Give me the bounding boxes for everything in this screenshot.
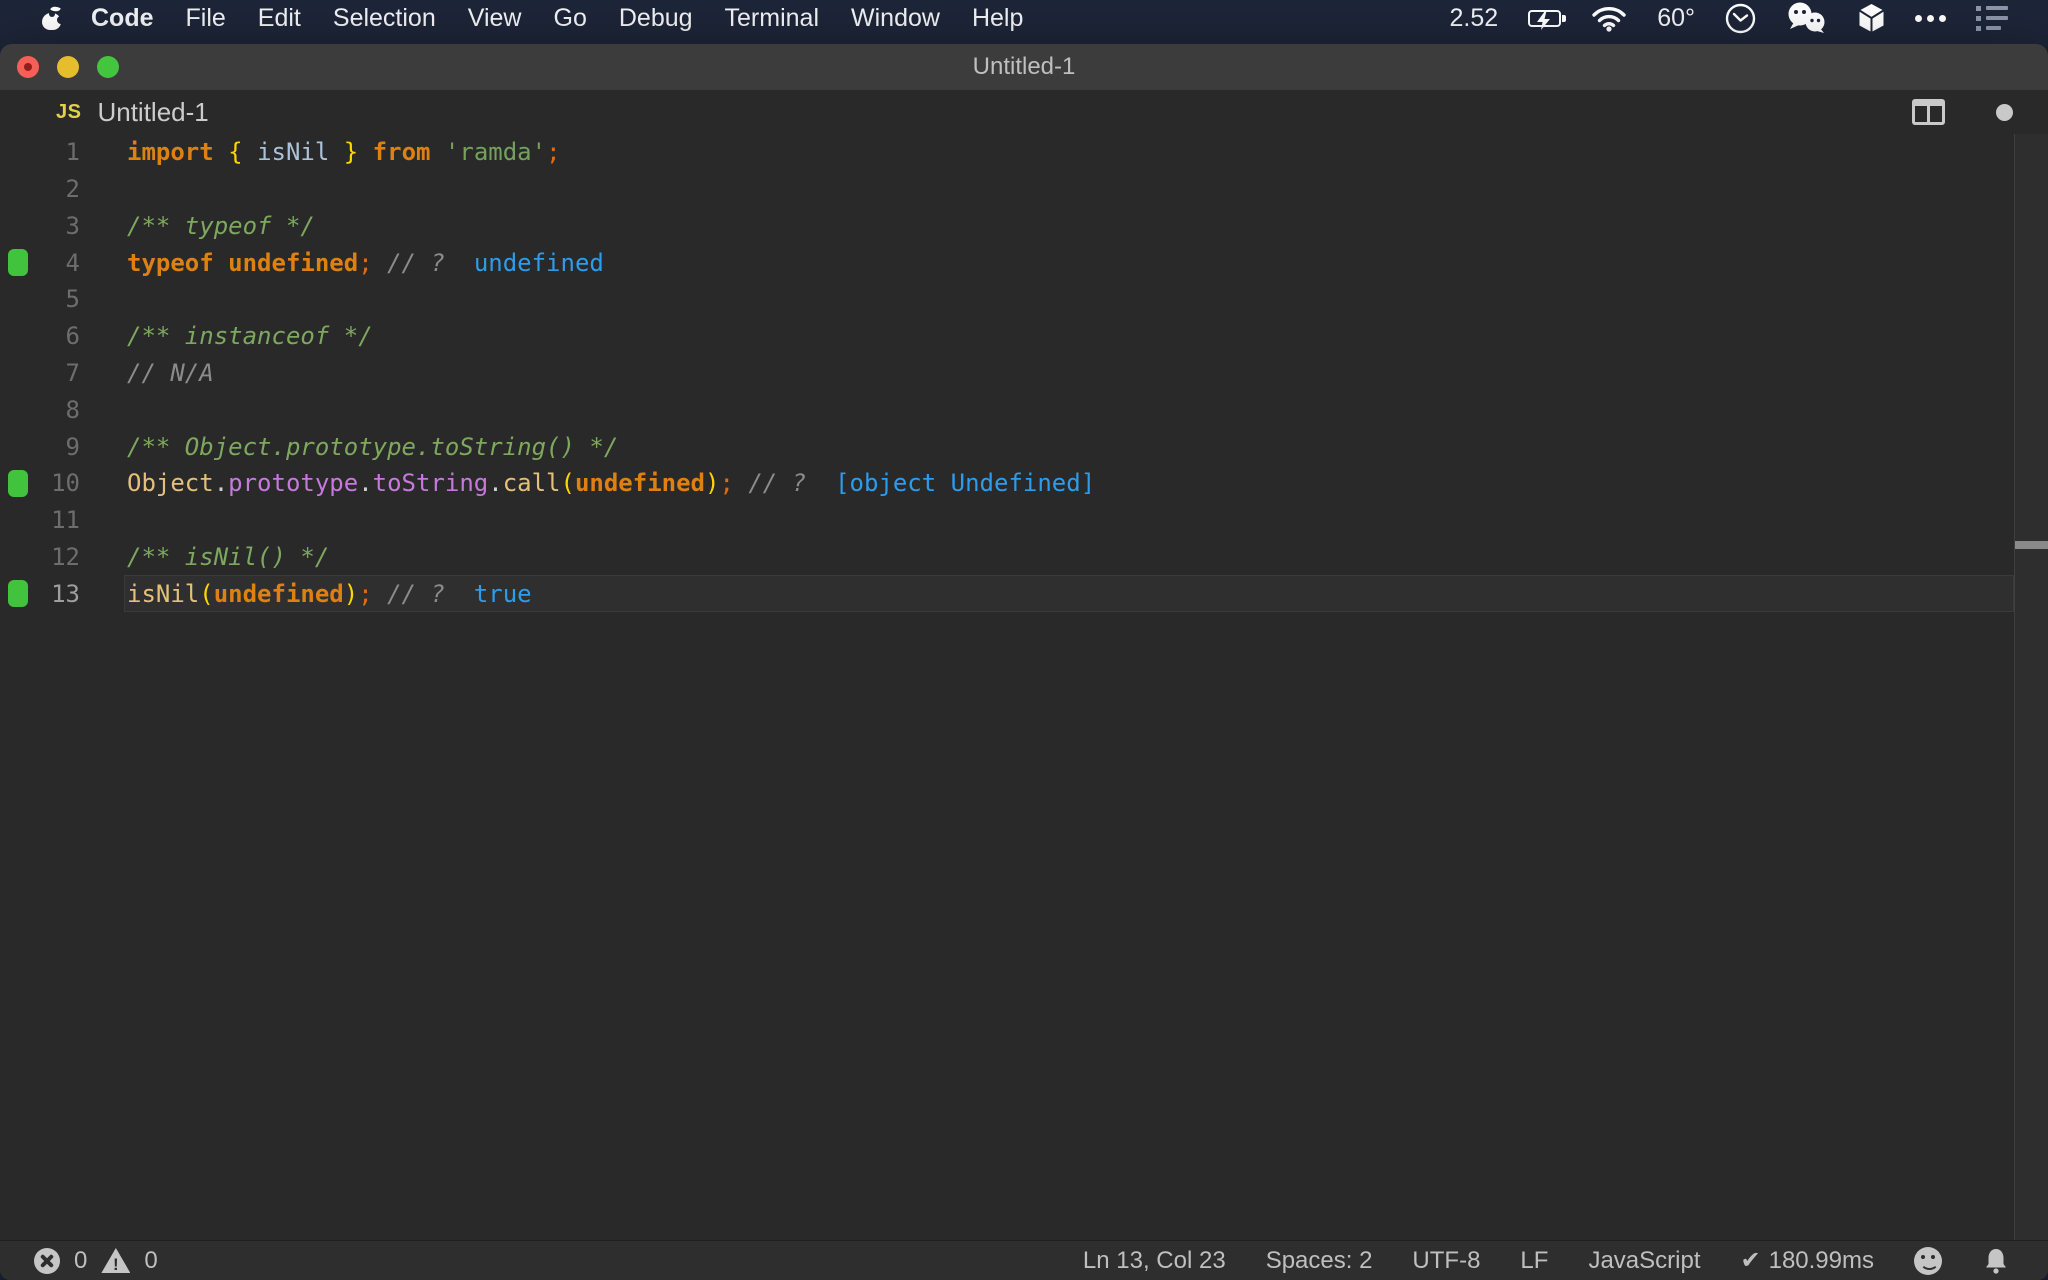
check-icon: ✔ bbox=[1740, 1247, 1761, 1274]
code-line-8[interactable]: 8 bbox=[0, 391, 2048, 428]
menu-items: File Edit Selection View Go Debug Terminal Wind… bbox=[170, 4, 1040, 33]
status-bar: 0 0 Ln 13, Col 23 Spaces: 2 UTF-8 LF JavaScr… bbox=[0, 1240, 2048, 1280]
window-title-bar[interactable]: Untitled-1 bbox=[0, 44, 2048, 90]
line-number: 11 bbox=[51, 506, 80, 535]
line-number: 9 bbox=[65, 432, 80, 461]
menu-bar-left: Code File Edit Selection View Go Debug Termina… bbox=[0, 4, 1039, 33]
code-line-5[interactable]: 5 bbox=[0, 281, 2048, 318]
status-items: Ln 13, Col 23 Spaces: 2 UTF-8 LF JavaScript bbox=[1083, 1247, 1701, 1275]
scrollbar[interactable] bbox=[2014, 134, 2048, 1240]
code-text: /** Object.prototype.toString() */ bbox=[127, 432, 619, 461]
wechat-icon[interactable] bbox=[1786, 2, 1828, 34]
wifi-icon[interactable] bbox=[1591, 5, 1627, 32]
code-line-13[interactable]: 13 isNil(undefined); // ? true bbox=[0, 575, 2048, 612]
temperature-value[interactable]: 60° bbox=[1657, 4, 1695, 33]
line-number: 13 bbox=[51, 579, 80, 608]
code-line-9[interactable]: 9 /** Object.prototype.toString() */ bbox=[0, 428, 2048, 465]
javascript-file-icon: JS bbox=[56, 100, 82, 123]
file-name[interactable]: Untitled-1 bbox=[97, 97, 208, 128]
line-number: 8 bbox=[65, 395, 80, 424]
errors-icon bbox=[34, 1247, 60, 1274]
menu-item-window[interactable]: Window bbox=[835, 4, 956, 32]
line-number: 5 bbox=[65, 285, 80, 314]
menu-item-code[interactable]: Code bbox=[75, 4, 170, 33]
line-number: 7 bbox=[65, 358, 80, 387]
quokka-marker[interactable] bbox=[8, 469, 28, 497]
status-item-lf[interactable]: LF bbox=[1520, 1247, 1548, 1275]
screen: Code File Edit Selection View Go Debug Termina… bbox=[0, 0, 2048, 1280]
macos-menu-bar: Code File Edit Selection View Go Debug Termina… bbox=[0, 0, 2048, 36]
code-line-2[interactable]: 2 bbox=[0, 171, 2048, 208]
quokka-marker[interactable] bbox=[8, 580, 28, 608]
code-text: import { isNil } from 'ramda'; bbox=[127, 138, 561, 167]
editor-actions bbox=[1912, 90, 2013, 134]
status-item-utf-8[interactable]: UTF-8 bbox=[1412, 1247, 1480, 1275]
code-text: Object.prototype.toString.call(undefined… bbox=[127, 469, 1096, 498]
code-line-7[interactable]: 7 // N/A bbox=[0, 355, 2048, 392]
menu-item-selection[interactable]: Selection bbox=[317, 4, 452, 32]
code-text: typeof undefined; // ? undefined bbox=[127, 248, 604, 277]
code-line-12[interactable]: 12 /** isNil() */ bbox=[0, 538, 2048, 575]
code-line-10[interactable]: 10 Object.prototype.toString.call(undefin… bbox=[0, 465, 2048, 502]
menu-bar-status-area: 2.52 60° bbox=[1450, 2, 2048, 34]
menu-item-terminal[interactable]: Terminal bbox=[709, 4, 835, 32]
menu-item-debug[interactable]: Debug bbox=[603, 4, 709, 32]
clock-icon[interactable] bbox=[1725, 3, 1756, 34]
line-number: 1 bbox=[65, 138, 80, 167]
code-text: /** typeof */ bbox=[127, 211, 315, 240]
code-text: // N/A bbox=[127, 358, 214, 387]
code-text: /** instanceof */ bbox=[127, 322, 373, 351]
scrollbar-marker bbox=[2015, 541, 2048, 549]
warnings-count: 0 bbox=[144, 1246, 158, 1274]
window-title: Untitled-1 bbox=[972, 53, 1076, 80]
errors-count: 0 bbox=[74, 1246, 88, 1274]
code-line-4[interactable]: 4 typeof undefined; // ? undefined bbox=[0, 244, 2048, 281]
code-text: /** isNil() */ bbox=[127, 542, 330, 571]
unsaved-dot-icon[interactable] bbox=[1996, 103, 2013, 121]
list-icon[interactable] bbox=[1976, 5, 2008, 31]
gutter bbox=[0, 580, 36, 608]
line-number: 6 bbox=[65, 322, 80, 351]
apple-icon[interactable] bbox=[42, 3, 65, 30]
code-line-1[interactable]: 1 import { isNil } from 'ramda'; bbox=[0, 134, 2048, 171]
notifications-bell-icon[interactable] bbox=[1982, 1247, 2010, 1275]
battery-charging-icon[interactable] bbox=[1528, 9, 1567, 30]
status-bar-right: Ln 13, Col 23 Spaces: 2 UTF-8 LF JavaScript … bbox=[1083, 1246, 2048, 1275]
perf-value: 180.99ms bbox=[1768, 1246, 1874, 1274]
split-editor-icon[interactable] bbox=[1912, 99, 1945, 125]
feedback-smiley-icon[interactable] bbox=[1914, 1246, 1942, 1275]
quokka-marker[interactable] bbox=[8, 249, 28, 277]
line-number: 12 bbox=[51, 542, 80, 571]
editor-header: JS Untitled-1 bbox=[0, 90, 2048, 134]
code-text: isNil(undefined); // ? true bbox=[127, 579, 532, 608]
cube-icon[interactable] bbox=[1858, 3, 1885, 33]
status-item-spaces-2[interactable]: Spaces: 2 bbox=[1266, 1247, 1373, 1275]
line-number: 4 bbox=[65, 248, 80, 277]
code-editor[interactable]: 1 import { isNil } from 'ramda'; 2 3 /** typ… bbox=[0, 134, 2048, 1240]
line-number: 10 bbox=[51, 469, 80, 498]
problems-status[interactable]: 0 0 bbox=[0, 1247, 158, 1275]
status-item-javascript[interactable]: JavaScript bbox=[1588, 1247, 1700, 1275]
gutter bbox=[0, 249, 36, 277]
menu-item-help[interactable]: Help bbox=[956, 4, 1039, 32]
menubar-value[interactable]: 2.52 bbox=[1450, 4, 1499, 33]
line-number: 3 bbox=[65, 211, 80, 240]
status-item-ln-13-col-23[interactable]: Ln 13, Col 23 bbox=[1083, 1247, 1226, 1275]
menu-item-edit[interactable]: Edit bbox=[242, 4, 317, 32]
menu-item-file[interactable]: File bbox=[170, 4, 242, 32]
line-number: 2 bbox=[65, 175, 80, 204]
vscode-window: Untitled-1 JS Untitled-1 1 import { isNil… bbox=[0, 44, 2048, 1280]
gutter bbox=[0, 469, 36, 497]
code-lines: 1 import { isNil } from 'ramda'; 2 3 /** typ… bbox=[0, 134, 2048, 612]
code-line-6[interactable]: 6 /** instanceof */ bbox=[0, 318, 2048, 355]
warnings-icon bbox=[101, 1248, 131, 1273]
menu-item-go[interactable]: Go bbox=[538, 4, 603, 32]
more-dots-icon[interactable] bbox=[1915, 14, 1946, 22]
apple-icon-bite bbox=[57, 15, 65, 24]
code-line-11[interactable]: 11 bbox=[0, 502, 2048, 539]
menu-item-view[interactable]: View bbox=[452, 4, 538, 32]
quokka-perf-status[interactable]: ✔ 180.99ms bbox=[1740, 1246, 1874, 1275]
code-line-3[interactable]: 3 /** typeof */ bbox=[0, 208, 2048, 245]
